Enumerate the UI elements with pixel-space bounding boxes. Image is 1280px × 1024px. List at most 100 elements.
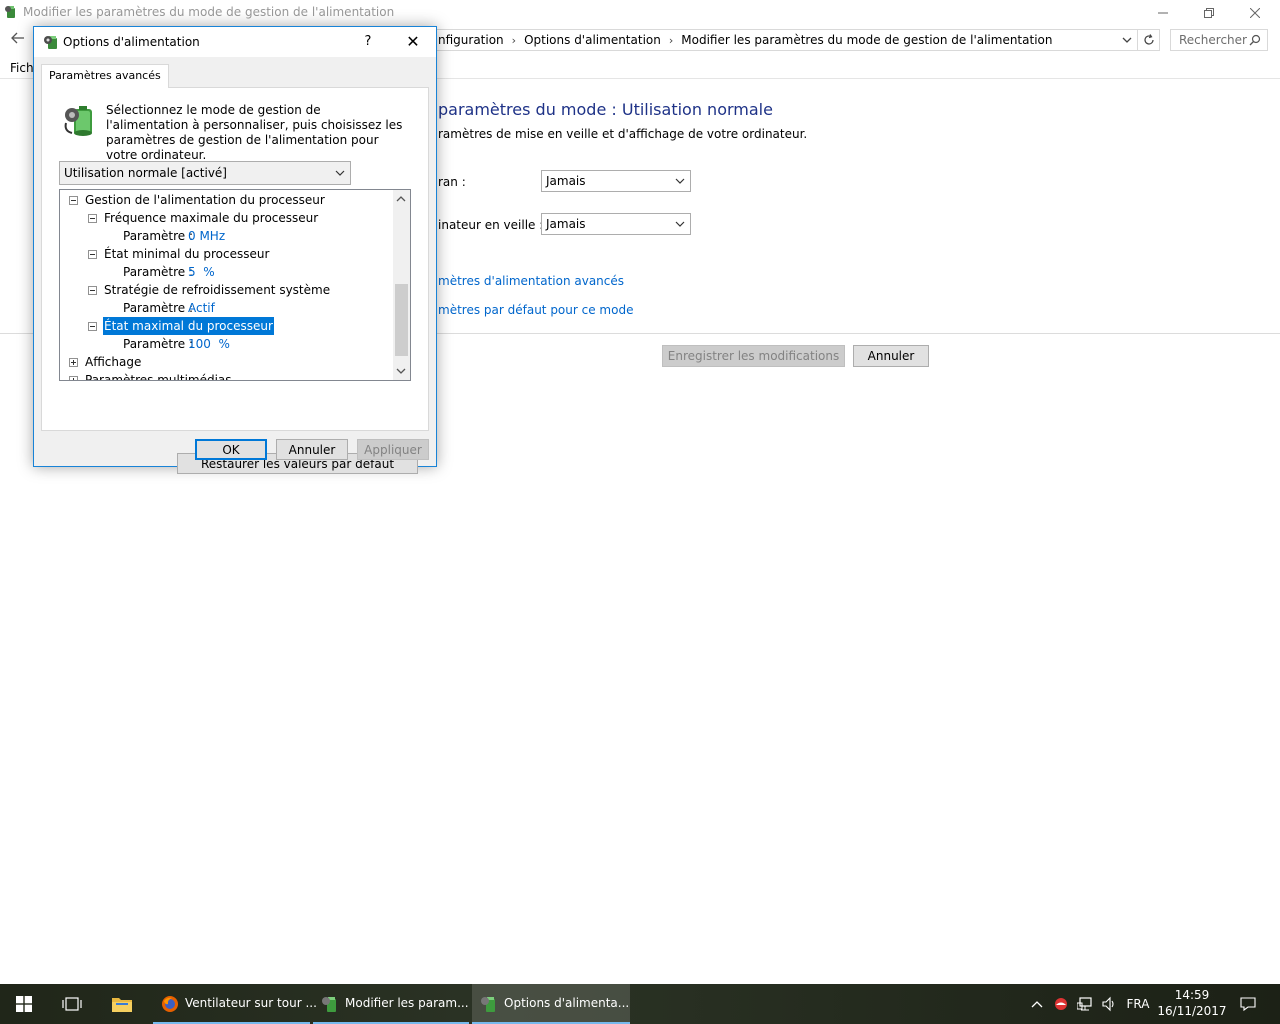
taskbar-app-power-options[interactable]: Options d'alimenta...: [472, 984, 630, 1024]
expand-icon[interactable]: [69, 358, 78, 367]
tree-param-cooling-policy[interactable]: Paramètre : Actif: [60, 299, 390, 317]
tree-node-label-selected: État maximal du processeur: [103, 317, 274, 335]
param-value[interactable]: 100 %: [188, 335, 230, 353]
power-options-icon: [5, 6, 15, 18]
tree-node-processor[interactable]: Gestion de l'alimentation du processeur: [60, 191, 390, 209]
help-button[interactable]: ?: [356, 31, 380, 53]
language-indicator[interactable]: FRA: [1124, 984, 1152, 1024]
breadcrumb-configuration[interactable]: nfiguration: [438, 33, 504, 47]
settings-tree[interactable]: Gestion de l'alimentation du processeur …: [59, 189, 411, 381]
tree-param-max-frequency[interactable]: Paramètre : 0 MHz: [60, 227, 390, 245]
search-placeholder: Rechercher: [1179, 33, 1247, 47]
tree-param-min-state[interactable]: Paramètre : 5 %: [60, 263, 390, 281]
clock-date: 16/11/2017: [1157, 1004, 1227, 1018]
dialog-cancel-button[interactable]: Annuler: [276, 439, 348, 460]
chevron-up-icon: [1031, 1001, 1043, 1008]
chevron-down-icon: [675, 178, 685, 184]
param-value[interactable]: Actif: [188, 299, 215, 317]
main-window-title: Modifier les paramètres du mode de gesti…: [23, 5, 395, 19]
main-titlebar: Modifier les paramètres du mode de gesti…: [0, 0, 1280, 26]
chevron-down-icon[interactable]: [396, 367, 406, 375]
back-button[interactable]: [10, 30, 30, 50]
breadcrumb-power-options[interactable]: Options d'alimentation: [524, 33, 661, 47]
address-bar[interactable]: nfiguration › Options d'alimentation › M…: [430, 29, 1138, 51]
tab-advanced-settings[interactable]: Paramètres avancés: [41, 64, 169, 88]
close-button[interactable]: [1232, 0, 1278, 26]
panel-description: Sélectionnez le mode de gestion de l'ali…: [106, 103, 403, 162]
collapse-icon[interactable]: [69, 196, 78, 205]
taskbar-app-edit-plan[interactable]: Modifier les param...: [313, 984, 469, 1024]
search-input[interactable]: Rechercher: [1170, 29, 1268, 51]
tree-node-max-frequency[interactable]: Fréquence maximale du processeur: [60, 209, 390, 227]
collapse-icon[interactable]: [88, 286, 97, 295]
tree-node-min-state[interactable]: État minimal du processeur: [60, 245, 390, 263]
tree-node-display[interactable]: Affichage: [60, 353, 390, 371]
ok-button[interactable]: OK: [195, 439, 267, 460]
task-view-button[interactable]: [48, 984, 96, 1024]
advanced-settings-link[interactable]: mètres d'alimentation avancés: [438, 274, 624, 288]
dialog-close-button[interactable]: ✕: [398, 31, 428, 53]
collapse-icon[interactable]: [88, 250, 97, 259]
sleep-select[interactable]: Jamais: [541, 213, 691, 235]
taskbar-app-firefox[interactable]: Ventilateur sur tour ...: [153, 984, 317, 1024]
task-view-icon: [62, 997, 82, 1011]
chevron-down-icon[interactable]: [1121, 34, 1133, 46]
file-explorer-button[interactable]: [98, 984, 146, 1024]
collapse-icon[interactable]: [88, 322, 97, 331]
power-options-icon: [44, 36, 57, 49]
screen-off-select[interactable]: Jamais: [541, 170, 691, 192]
param-value[interactable]: 0 MHz: [188, 227, 225, 245]
taskbar-app-label: Modifier les param...: [345, 996, 469, 1010]
minimize-icon: [1158, 12, 1168, 14]
restore-defaults-link[interactable]: mètres par défaut pour ce mode: [438, 303, 633, 317]
tree-scrollbar[interactable]: [393, 190, 410, 380]
speaker-icon: [1102, 996, 1114, 1012]
save-changes-button[interactable]: Enregistrer les modifications: [662, 345, 845, 367]
minimize-button[interactable]: [1140, 0, 1186, 26]
dialog-titlebar[interactable]: Options d'alimentation ? ✕: [34, 27, 436, 57]
cancel-button[interactable]: Annuler: [853, 345, 929, 367]
taskbar-app-label: Ventilateur sur tour ...: [185, 996, 317, 1010]
page-subtitle: ramètres de mise en veille et d'affichag…: [438, 127, 808, 141]
battery-plug-icon: [64, 106, 92, 136]
tree-param-max-state[interactable]: Paramètre : 100 %: [60, 335, 390, 353]
tree-node-cooling-policy[interactable]: Stratégie de refroidissement système: [60, 281, 390, 299]
network-button[interactable]: [1074, 984, 1096, 1024]
show-hidden-icons-button[interactable]: [1026, 984, 1048, 1024]
tray-app-button[interactable]: [1050, 984, 1072, 1024]
chevron-right-icon: ›: [668, 33, 674, 47]
action-center-button[interactable]: [1234, 984, 1262, 1024]
param-label: Paramètre :: [123, 229, 194, 243]
param-value[interactable]: 5 %: [188, 263, 215, 281]
restore-button[interactable]: [1186, 0, 1232, 26]
refresh-button[interactable]: [1138, 29, 1160, 51]
clock-time: 14:59: [1174, 988, 1210, 1002]
tree-node-label: Affichage: [85, 355, 142, 369]
param-label: Paramètre :: [123, 301, 194, 315]
param-label: Paramètre :: [123, 265, 194, 279]
menu-file[interactable]: Fich: [10, 61, 34, 75]
tree-node-multimedia[interactable]: Paramètres multimédias: [60, 371, 390, 381]
tree-node-label: Paramètres multimédias: [85, 373, 232, 381]
power-options-icon: [322, 997, 336, 1012]
power-options-dialog: Options d'alimentation ? ✕ Paramètres av…: [33, 26, 437, 474]
folder-icon: [112, 998, 132, 1012]
scrollbar-thumb[interactable]: [395, 284, 408, 356]
chevron-up-icon[interactable]: [396, 195, 406, 203]
power-plan-select[interactable]: Utilisation normale [activé]: [59, 161, 351, 185]
screen-off-value: Jamais: [546, 174, 586, 188]
expand-icon[interactable]: [69, 376, 78, 380]
clock[interactable]: 14:59 16/11/2017: [1153, 987, 1231, 1019]
volume-button[interactable]: [1098, 984, 1120, 1024]
breadcrumb-edit-plan[interactable]: Modifier les paramètres du mode de gesti…: [681, 33, 1052, 47]
start-button[interactable]: [0, 984, 48, 1024]
taskbar-app-label: Options d'alimenta...: [504, 996, 630, 1010]
apply-button[interactable]: Appliquer: [357, 439, 429, 460]
windows-logo-icon: [16, 996, 32, 1012]
sleep-value: Jamais: [546, 217, 586, 231]
screen-off-label: ran :: [438, 175, 466, 189]
tree-node-max-state[interactable]: État maximal du processeur: [60, 317, 390, 335]
chevron-down-icon: [675, 221, 685, 227]
tree-node-label: Stratégie de refroidissement système: [104, 283, 331, 297]
collapse-icon[interactable]: [88, 214, 97, 223]
